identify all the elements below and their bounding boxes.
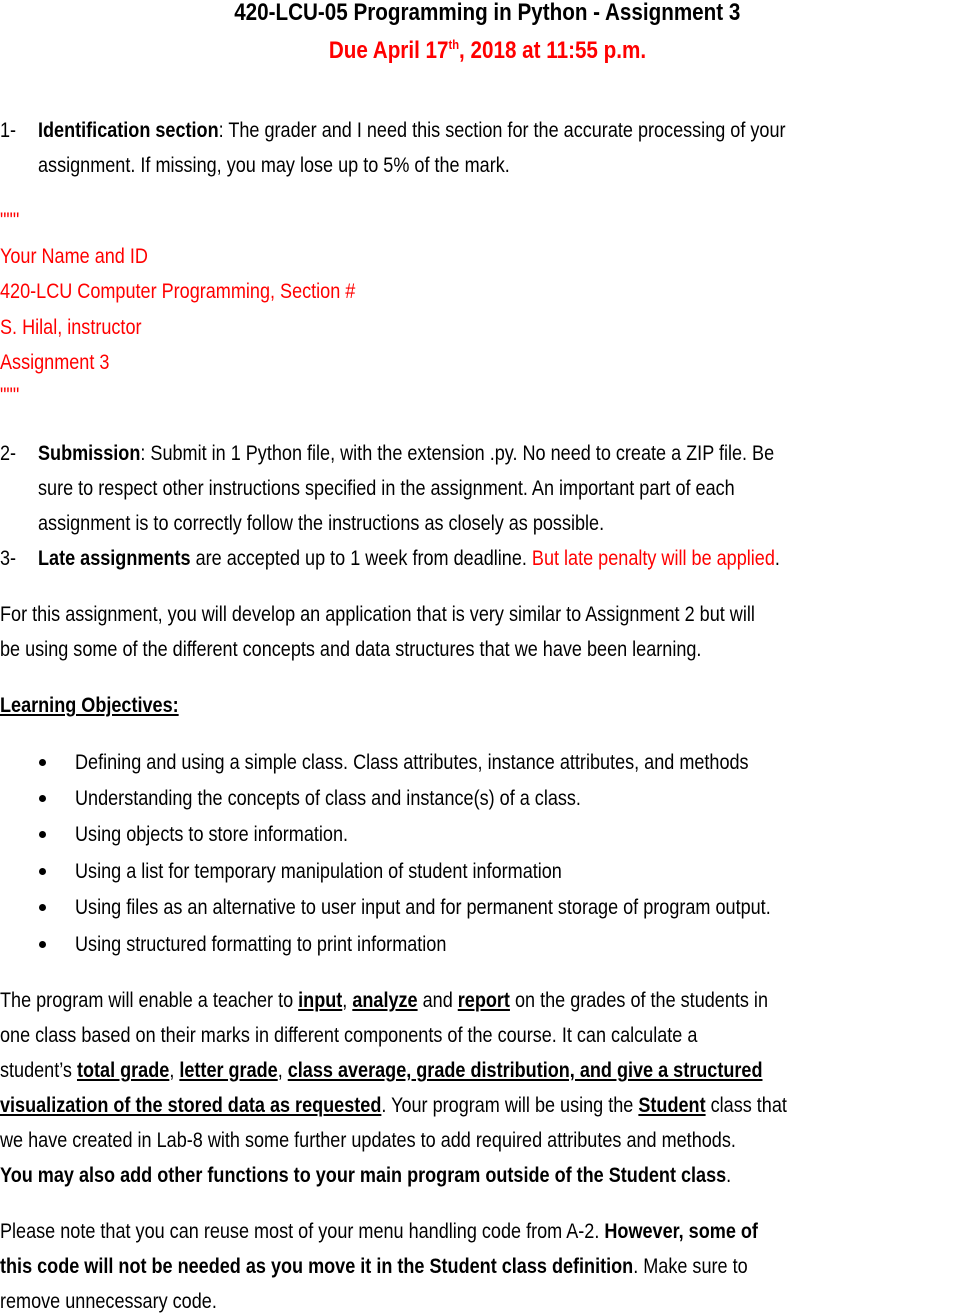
due-date: Due April 17th, 2018 at 11:55 p.m. [328, 37, 646, 64]
item-2-line: Submission: Submit in 1 Python file, wit… [38, 442, 775, 465]
objective-item: Using a list for temporary manipulation … [75, 860, 562, 883]
program-line-1: The program will enable a teacher to inp… [0, 989, 768, 1012]
intro-line-1: For this assignment, you will develop an… [0, 603, 755, 626]
id-block-quote-end: """ [0, 384, 20, 407]
objectives-heading: Learning Objectives: [0, 694, 179, 717]
item-2-line3: assignment is to correctly follow the in… [38, 512, 605, 535]
id-block-quote: """ [0, 209, 20, 232]
note-line-2: this code will not be needed as you move… [0, 1255, 748, 1278]
objective-item: Using structured formatting to print inf… [75, 933, 447, 956]
note-line-1: Please note that you can reuse most of y… [0, 1220, 758, 1243]
id-block-course: 420-LCU Computer Programming, Section # [0, 280, 356, 303]
bullet-icon [39, 795, 46, 802]
bullet-icon [39, 941, 46, 948]
objective-item: Using objects to store information. [75, 823, 349, 846]
item-2-number: 2- [0, 442, 17, 465]
item-3-number: 3- [0, 547, 17, 570]
document-title: 420-LCU-05 Programming in Python - Assig… [233, 0, 741, 26]
item-1-number: 1- [0, 119, 17, 142]
program-line-5: we have created in Lab-8 with some furth… [0, 1129, 736, 1152]
intro-line-2: be using some of the different concepts … [0, 638, 702, 661]
program-line-3: student’s total grade, letter grade, cla… [0, 1059, 763, 1082]
id-block-instructor: S. Hilal, instructor [0, 316, 142, 339]
id-block-assignment: Assignment 3 [0, 351, 110, 374]
note-line-3: remove unnecessary code. [0, 1290, 217, 1313]
objective-item: Using files as an alternative to user in… [75, 896, 771, 919]
bullet-icon [39, 904, 46, 911]
objective-item: Understanding the concepts of class and … [75, 787, 581, 810]
bullet-icon [39, 831, 46, 838]
item-1-line: Identification section: The grader and I… [38, 119, 786, 142]
program-line-2: one class based on their marks in differ… [0, 1024, 698, 1047]
item-1-line2: assignment. If missing, you may lose up … [38, 154, 510, 177]
item-3-line: Late assignments are accepted up to 1 we… [38, 547, 780, 570]
objective-item: Defining and using a simple class. Class… [75, 751, 749, 774]
program-line-4: visualization of the stored data as requ… [0, 1094, 787, 1117]
bullet-icon [39, 759, 46, 766]
id-block-name: Your Name and ID [0, 245, 148, 268]
bullet-icon [39, 868, 46, 875]
program-line-6: You may also add other functions to your… [0, 1164, 732, 1187]
item-2-line2: sure to respect other instructions speci… [38, 477, 735, 500]
